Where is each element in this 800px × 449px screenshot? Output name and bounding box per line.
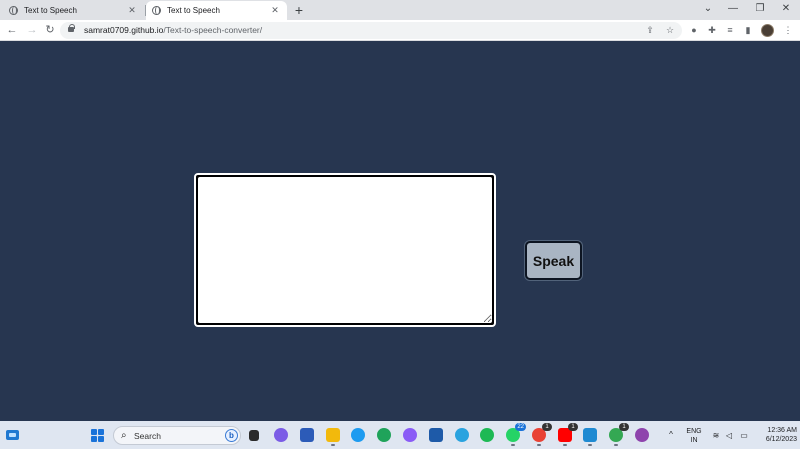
more-menu-icon[interactable]: ⋮ xyxy=(781,24,795,36)
whatsapp-badge: 22 xyxy=(515,423,526,431)
taskbar-search[interactable]: ⌕ Search b xyxy=(113,426,241,445)
profile-avatar[interactable] xyxy=(761,24,774,37)
tab-close-icon[interactable]: ✕ xyxy=(126,5,138,16)
teams-chat-icon[interactable] xyxy=(274,428,288,442)
file-explorer-icon[interactable] xyxy=(326,428,340,446)
clock-time: 12:36 AM xyxy=(767,427,797,434)
spotify-icon[interactable] xyxy=(480,428,494,442)
tab-search-chevron-icon[interactable]: ⌄ xyxy=(700,2,716,16)
running-indicator xyxy=(537,444,541,446)
volume-icon[interactable]: ◁ xyxy=(724,431,734,440)
forward-button[interactable]: → xyxy=(25,23,39,37)
url-path: /Text-to-speech-converter/ xyxy=(163,25,263,35)
back-button[interactable]: ← xyxy=(5,23,19,37)
speech-text-input[interactable] xyxy=(198,177,492,323)
bookmark-star-icon[interactable]: ☆ xyxy=(663,24,677,36)
address-bar[interactable]: samrat0709.github.io/Text-to-speech-conv… xyxy=(60,22,682,39)
whatsapp-icon[interactable]: 22 xyxy=(506,423,526,446)
url-text[interactable]: samrat0709.github.io/Text-to-speech-conv… xyxy=(84,25,262,35)
url-host: samrat0709.github.io xyxy=(84,25,164,35)
battery-icon[interactable]: ▭ xyxy=(739,431,749,440)
running-indicator xyxy=(588,444,592,446)
chrome-profile-a-icon[interactable]: 1 xyxy=(532,423,552,446)
running-indicator xyxy=(511,444,515,446)
chrome-badge: 1 xyxy=(619,423,629,431)
microphone-icon[interactable]: ● xyxy=(687,24,701,36)
clock[interactable]: 12:36 AM 6/12/2023 xyxy=(755,426,797,444)
telegram-icon[interactable] xyxy=(455,428,469,442)
extensions-puzzle-icon[interactable]: ✚ xyxy=(705,24,719,36)
language-indicator[interactable]: ENG IN xyxy=(684,427,704,445)
chrome-badge: 1 xyxy=(542,423,552,431)
vscode-icon[interactable] xyxy=(583,428,597,446)
restore-button[interactable]: ❐ xyxy=(752,2,768,16)
speak-button[interactable]: Speak xyxy=(525,241,582,280)
twitter-icon[interactable] xyxy=(351,428,365,442)
reload-button[interactable]: ↻ xyxy=(43,23,57,37)
browser-toolbar: ← → ↻ samrat0709.github.io/Text-to-speec… xyxy=(0,20,800,41)
tab-text-to-speech-1[interactable]: Text to Speech ✕ xyxy=(3,1,144,20)
tray-overflow-chevron-icon[interactable]: ^ xyxy=(666,430,676,439)
side-panel-icon[interactable]: ▮ xyxy=(741,24,755,36)
media-queue-icon[interactable]: ≡ xyxy=(723,24,737,36)
youtube-badge: 1 xyxy=(568,423,578,431)
tab-text-to-speech-2[interactable]: Text to Speech ✕ xyxy=(146,1,287,20)
microsoft-store-icon[interactable] xyxy=(429,428,443,442)
language-code: ENG xyxy=(686,428,702,435)
chrome-profile-b-icon[interactable]: 1 xyxy=(609,423,629,446)
wifi-icon[interactable]: ≋ xyxy=(711,431,721,440)
running-indicator xyxy=(331,444,335,446)
language-region: IN xyxy=(690,437,698,444)
word-icon[interactable] xyxy=(300,428,314,442)
minimize-button[interactable]: — xyxy=(725,2,741,16)
github-desktop-icon[interactable] xyxy=(635,428,649,442)
copilot-icon[interactable] xyxy=(403,428,417,442)
tab-title: Text to Speech xyxy=(24,6,77,15)
text-input-frame xyxy=(194,173,496,327)
taskbar: ⌕ Search b 22 1 1 1 ^ ENG IN ≋ ◁ ▭ 12:36… xyxy=(0,421,800,449)
running-indicator xyxy=(563,444,567,446)
globe-icon xyxy=(152,5,161,15)
task-view-icon[interactable] xyxy=(249,430,259,441)
globe-icon xyxy=(9,5,18,15)
tab-title: Text to Speech xyxy=(167,6,220,15)
tab-strip: Text to Speech ✕ Text to Speech ✕ + ⌄ — … xyxy=(0,0,800,20)
tab-close-icon[interactable]: ✕ xyxy=(269,5,281,16)
close-window-button[interactable]: ✕ xyxy=(778,2,794,16)
lock-icon xyxy=(68,24,75,32)
edge-icon[interactable] xyxy=(377,428,391,442)
youtube-icon[interactable]: 1 xyxy=(558,423,578,446)
new-tab-button[interactable]: + xyxy=(292,2,306,18)
start-button[interactable] xyxy=(91,429,104,442)
search-label: Search xyxy=(134,431,161,441)
widgets-icon[interactable] xyxy=(6,430,19,440)
bing-icon[interactable]: b xyxy=(225,429,238,442)
running-indicator xyxy=(614,444,618,446)
search-icon: ⌕ xyxy=(121,430,127,441)
clock-date: 6/12/2023 xyxy=(765,436,797,443)
share-icon[interactable]: ⇪ xyxy=(643,24,657,36)
